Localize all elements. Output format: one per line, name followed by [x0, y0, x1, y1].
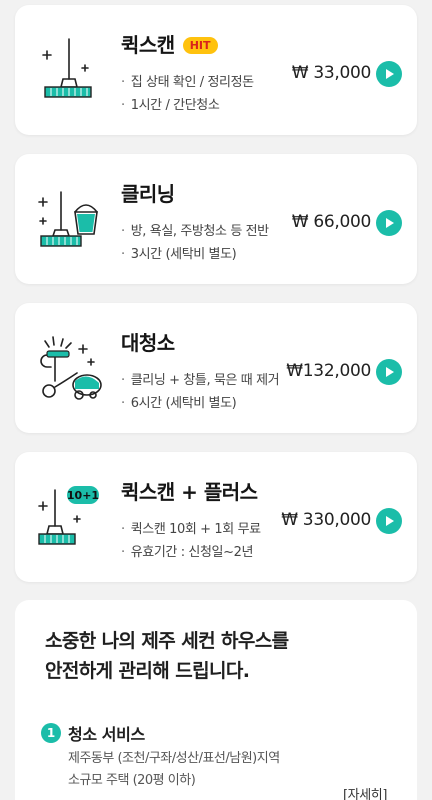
- service-card-deep-cleaning[interactable]: 대청소 클리닝 + 창틀, 묵은 때 제거 6시간 (세탁비 별도) ₩132,…: [15, 303, 417, 433]
- info-headline-line: 소중한 나의 제주 세컨 하우스를: [45, 630, 289, 652]
- info-headline: 소중한 나의 제주 세컨 하우스를 안전하게 관리해 드립니다.: [45, 626, 289, 686]
- service-desc-line: 6시간 (세탁비 별도): [121, 392, 279, 415]
- section-desc: 제주동부 (조천/구좌/성산/표선/남원)지역 소규모 주택 (20평 이하): [68, 748, 280, 792]
- service-desc-line: 3시간 (세탁비 별도): [121, 243, 269, 266]
- service-price: ₩ 33,000: [291, 63, 372, 83]
- service-desc: 클리닝 + 창틀, 묵은 때 제거 6시간 (세탁비 별도): [121, 369, 280, 415]
- service-card-cleaning[interactable]: 클리닝 방, 욕실, 주방청소 등 전반 3시간 (세탁비 별도) ₩ 66,0…: [15, 154, 417, 284]
- info-headline-line: 안전하게 관리해 드립니다.: [45, 660, 250, 682]
- service-title: 대청소: [121, 331, 175, 355]
- play-button[interactable]: [376, 508, 402, 534]
- service-card-quickscan[interactable]: 퀵스캔 HIT 집 상태 확인 / 정리정돈 1시간 / 간단청소 ₩ 33,00…: [15, 5, 417, 135]
- service-title: 퀵스캔 HIT: [121, 29, 218, 58]
- service-desc-line: 방, 욕실, 주방청소 등 전반: [121, 220, 269, 243]
- section-number-badge: 1: [41, 723, 61, 743]
- service-desc-line: 집 상태 확인 / 정리정돈: [121, 71, 254, 94]
- service-desc: 집 상태 확인 / 정리정돈 1시간 / 간단청소: [121, 71, 254, 117]
- service-desc: 퀵스캔 10회 + 1회 무료 유효기간 : 신청일~2년: [121, 518, 261, 564]
- section-desc-line: 제주동부 (조천/구좌/성산/표선/남원)지역: [68, 751, 280, 766]
- info-card: 소중한 나의 제주 세컨 하우스를 안전하게 관리해 드립니다. 1 청소 서비…: [15, 600, 417, 800]
- icon-badge-text: 10+1: [67, 489, 99, 502]
- section-desc-line: 소규모 주택 (20평 이하): [68, 773, 196, 788]
- service-desc-line: 클리닝 + 창틀, 묵은 때 제거: [121, 369, 280, 392]
- play-button[interactable]: [376, 210, 402, 236]
- service-desc-line: 유효기간 : 신청일~2년: [121, 541, 261, 564]
- service-desc: 방, 욕실, 주방청소 등 전반 3시간 (세탁비 별도): [121, 220, 269, 266]
- service-price: ₩ 330,000: [281, 510, 371, 530]
- vacuum-icon: [40, 336, 102, 400]
- play-button[interactable]: [376, 61, 402, 87]
- service-price: ₩ 66,000: [291, 212, 372, 232]
- play-button[interactable]: [376, 359, 402, 385]
- service-title: 클리닝: [121, 182, 175, 206]
- service-desc-line: 1시간 / 간단청소: [121, 94, 254, 117]
- service-title-text: 퀵스캔: [121, 33, 175, 57]
- broom-10plus1-icon: 10+1: [38, 486, 99, 545]
- broom-bucket-icon: [38, 191, 98, 247]
- details-link[interactable]: [자세히]: [343, 784, 387, 800]
- service-price: ₩132,000: [286, 361, 371, 381]
- broom-icon: [42, 38, 92, 98]
- hit-badge: HIT: [182, 37, 218, 54]
- service-card-quickscan-plus[interactable]: 10+1 퀵스캔 + 플러스 퀵스캔 10회 + 1회 무료 유효기간 : 신청…: [15, 452, 417, 582]
- service-desc-line: 퀵스캔 10회 + 1회 무료: [121, 518, 261, 541]
- section-title: 청소 서비스: [68, 725, 145, 744]
- service-title: 퀵스캔 + 플러스: [121, 480, 258, 504]
